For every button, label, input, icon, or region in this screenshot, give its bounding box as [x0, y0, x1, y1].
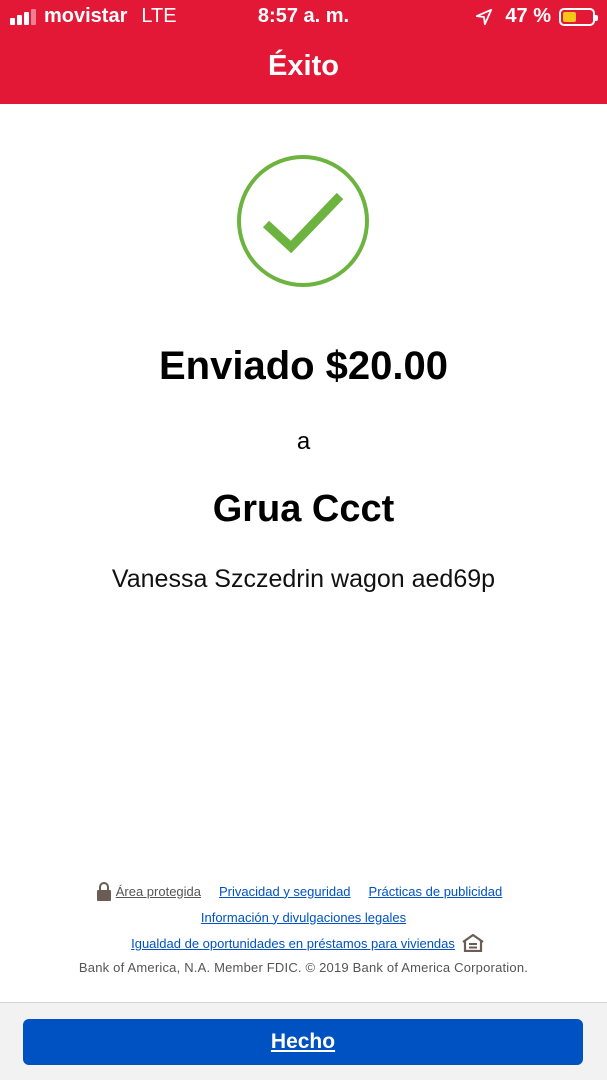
recipient-detail: Vanessa Szczedrin wagon aed69p [111, 565, 496, 593]
footer-row-2: Información y divulgaciones legales [0, 904, 607, 930]
header-bar: movistar LTE 8:57 a. m. 47 % Éxito [0, 0, 607, 104]
status-right: 47 % [475, 5, 598, 28]
legal-info-link[interactable]: Información y divulgaciones legales [201, 910, 406, 925]
bottom-action-bar: Hecho [0, 1002, 607, 1080]
secure-area-link[interactable]: Área protegida [116, 884, 201, 899]
sent-amount: Enviado $20.00 [158, 344, 449, 388]
equal-housing-icon [462, 934, 484, 952]
footer-links: Área protegida Privacidad y seguridad Pr… [0, 878, 607, 956]
privacy-security-link[interactable]: Privacidad y seguridad [219, 884, 351, 899]
done-button[interactable]: Hecho [23, 1019, 583, 1065]
page-title: Éxito [268, 50, 339, 82]
battery-icon [559, 7, 598, 26]
battery-fill [563, 11, 576, 22]
recipient-name: Grua Ccct [212, 488, 395, 530]
battery-percentage: 47 % [505, 5, 551, 27]
status-bar: movistar LTE 8:57 a. m. 47 % [0, 0, 607, 34]
footer-row-3: Igualdad de oportunidades en préstamos p… [0, 930, 607, 956]
lock-icon [96, 882, 111, 901]
legal-disclaimer: Bank of America, N.A. Member FDIC. © 201… [78, 960, 529, 975]
to-label: a [296, 428, 311, 455]
advertising-practices-link[interactable]: Prácticas de publicidad [369, 884, 503, 899]
checkmark-circle-icon [237, 155, 369, 287]
success-check-icon [236, 154, 370, 288]
equal-housing-link[interactable]: Igualdad de oportunidades en préstamos p… [131, 936, 455, 951]
footer-row-1: Área protegida Privacidad y seguridad Pr… [0, 878, 607, 904]
location-arrow-icon [476, 8, 493, 25]
